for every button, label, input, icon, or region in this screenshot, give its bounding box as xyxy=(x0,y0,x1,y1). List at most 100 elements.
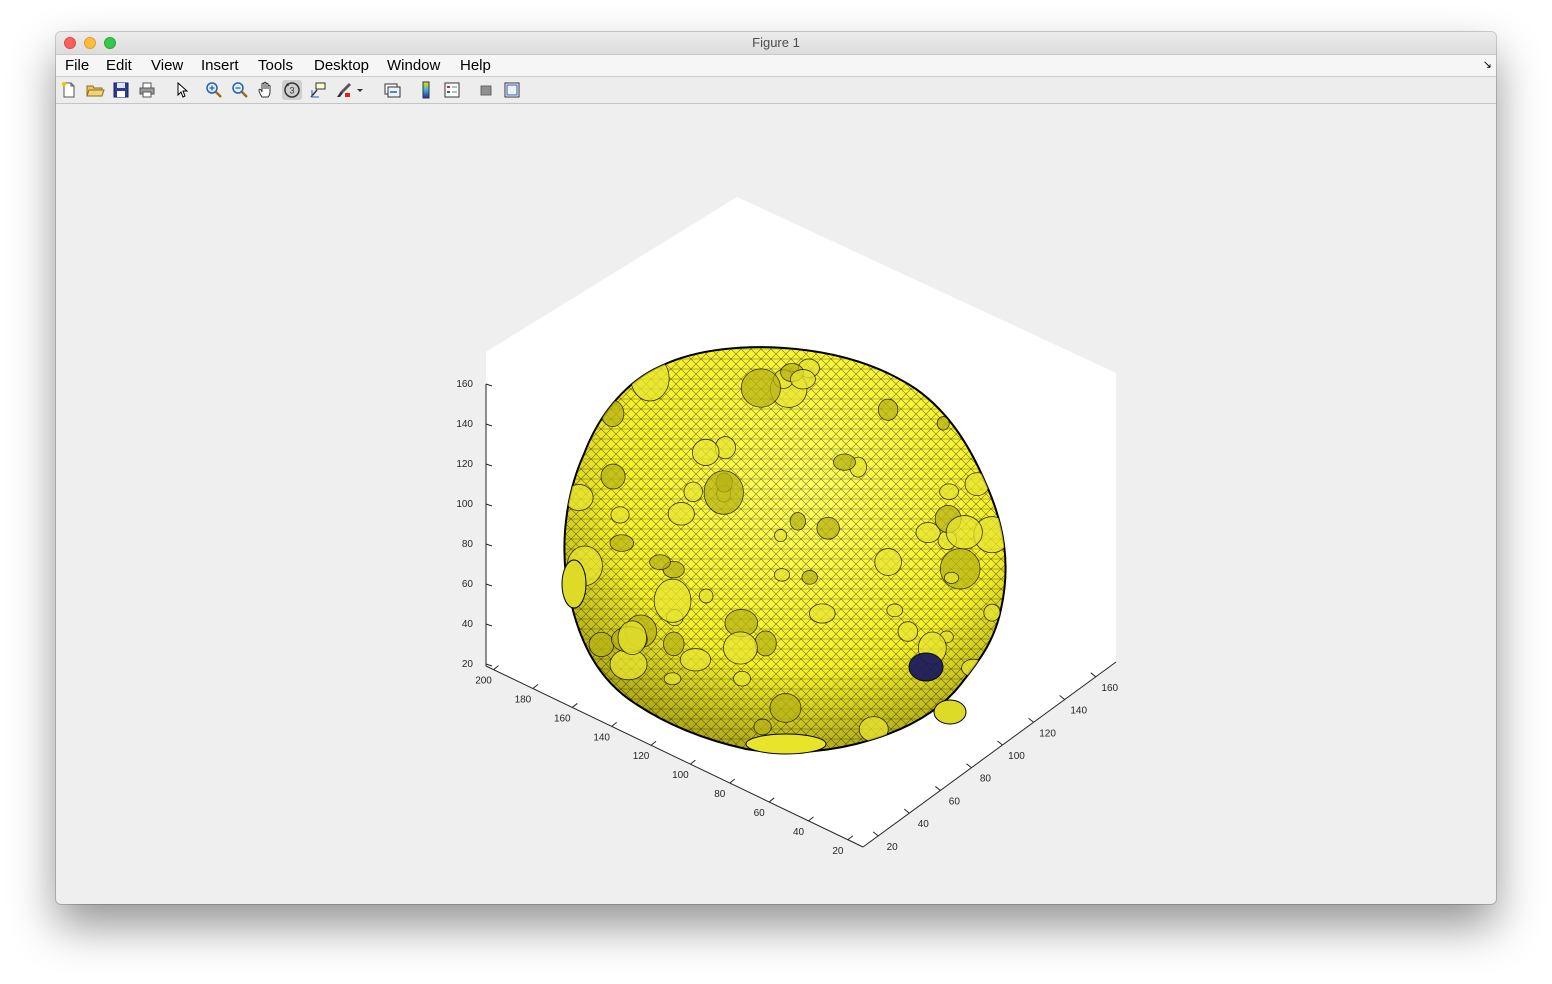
left-axis-tick-label: 20 xyxy=(832,846,844,857)
right-axis-tick-label: 160 xyxy=(1101,683,1118,694)
surface-bump xyxy=(939,548,981,590)
left-axis-tick-label: 140 xyxy=(593,732,610,743)
left-axis-tick-label: 60 xyxy=(754,808,766,819)
new-figure-button[interactable] xyxy=(59,80,79,100)
brush-button[interactable] xyxy=(334,80,354,100)
print-figure-button[interactable] xyxy=(137,80,157,100)
left-axis-tick-label: 120 xyxy=(633,751,650,762)
surface-bump xyxy=(610,506,630,524)
surface-bump xyxy=(649,554,671,570)
new-document-icon xyxy=(62,82,75,98)
left-axis-tick-label: 100 xyxy=(672,770,689,781)
show-tools-icon xyxy=(504,82,520,98)
edit-plot-button[interactable] xyxy=(172,80,192,100)
menu-edit[interactable]: Edit xyxy=(106,55,132,76)
menu-tools[interactable]: Tools xyxy=(258,55,293,76)
insert-colorbar-button[interactable] xyxy=(416,80,436,100)
z-tick-label: 100 xyxy=(456,499,473,510)
open-file-button[interactable] xyxy=(85,80,105,100)
left-axis-tick-label: 160 xyxy=(554,713,571,724)
surface-bump xyxy=(897,621,919,642)
surface-bump xyxy=(886,603,904,618)
folder-open-icon xyxy=(86,85,105,97)
floppy-disk-icon xyxy=(113,82,129,98)
right-axis-tick-label: 60 xyxy=(949,796,961,807)
right-axis-tick-label: 20 xyxy=(887,842,899,853)
surface-bump xyxy=(790,369,816,390)
surface-bump xyxy=(936,416,950,431)
surface-bump xyxy=(733,670,751,687)
printer-icon xyxy=(139,82,155,98)
surface-bump xyxy=(816,516,840,540)
rotate-3d-icon: 3 xyxy=(284,82,300,98)
right-axis-tick-label: 120 xyxy=(1039,728,1056,739)
z-tick-label: 120 xyxy=(456,459,473,470)
menu-window[interactable]: Window xyxy=(387,55,440,76)
zoom-out-button[interactable] xyxy=(230,80,250,100)
surface-bump xyxy=(698,588,714,604)
surface-bump xyxy=(663,672,682,686)
hide-plot-tools-button[interactable] xyxy=(476,80,496,100)
surface-bump xyxy=(723,631,758,665)
surface-bump xyxy=(692,438,720,466)
surface-bump xyxy=(833,453,856,471)
pan-button[interactable] xyxy=(256,80,276,100)
link-plot-button[interactable] xyxy=(382,80,402,100)
svg-text:3: 3 xyxy=(289,86,294,96)
brush-dropdown-button[interactable] xyxy=(354,80,366,100)
surface-bump xyxy=(653,578,692,623)
data-cursor-button[interactable] xyxy=(308,80,328,100)
right-axis-tick-label: 40 xyxy=(918,819,930,830)
figure-toolbar: 3 xyxy=(56,77,1496,104)
save-figure-button[interactable] xyxy=(111,80,131,100)
surface-bump xyxy=(683,481,703,503)
menu-file[interactable]: File xyxy=(65,55,89,76)
surface-bump xyxy=(801,570,818,585)
z-tick-label: 140 xyxy=(456,419,473,430)
surface-bump xyxy=(740,368,781,408)
data-cursor-icon xyxy=(310,82,326,98)
colorbar-icon xyxy=(422,81,430,99)
surface-lobe xyxy=(561,559,587,609)
axes-3d[interactable]: 20 40 60 80 100 120 140 160 200 180 160 140 120 100 8… xyxy=(56,104,1496,904)
show-plot-tools-button[interactable] xyxy=(502,80,522,100)
link-plot-icon xyxy=(384,83,401,98)
surface-bump xyxy=(588,632,615,657)
surface-bump xyxy=(945,515,983,550)
surface-lobe xyxy=(745,733,827,755)
window-title: Figure 1 xyxy=(752,35,800,50)
menu-desktop[interactable]: Desktop xyxy=(314,55,369,76)
surface-bump xyxy=(809,603,836,624)
rotate-3d-button[interactable]: 3 xyxy=(282,80,302,100)
legend-icon xyxy=(444,82,460,98)
z-tick-label: 160 xyxy=(456,379,473,390)
left-axis-tick-label: 40 xyxy=(793,827,805,838)
dock-arrow-icon[interactable]: ↘ xyxy=(1483,58,1492,71)
menu-view[interactable]: View xyxy=(151,55,183,76)
figure-window: Figure 1 File Edit View Insert Tools Des… xyxy=(56,32,1496,904)
figure-canvas[interactable]: 20 40 60 80 100 120 140 160 200 180 160 140 120 100 8… xyxy=(56,104,1496,904)
brush-icon xyxy=(337,83,351,97)
z-tick-label: 20 xyxy=(462,659,474,670)
surface-bump xyxy=(679,648,712,672)
surface-bump xyxy=(617,620,647,655)
left-axis-tick-label: 200 xyxy=(475,676,492,687)
z-tick-label: 60 xyxy=(462,579,474,590)
hide-tools-icon xyxy=(480,85,492,96)
left-axis-tick-label: 80 xyxy=(714,789,726,800)
dark-patch xyxy=(908,652,944,682)
surface-bump xyxy=(609,534,635,552)
surface-bump xyxy=(753,718,772,736)
menu-help[interactable]: Help xyxy=(460,55,491,76)
zoom-in-button[interactable] xyxy=(204,80,224,100)
zoom-in-icon xyxy=(206,82,222,98)
surface-bump xyxy=(877,398,899,421)
left-axis-tick-label: 180 xyxy=(515,695,532,706)
insert-legend-button[interactable] xyxy=(442,80,462,100)
surface-bump xyxy=(754,630,777,657)
surface-bump xyxy=(703,470,744,515)
menu-insert[interactable]: Insert xyxy=(201,55,239,76)
z-tick-label: 80 xyxy=(462,539,474,550)
surface-bump xyxy=(600,463,626,490)
title-bar[interactable]: Figure 1 xyxy=(56,32,1496,55)
